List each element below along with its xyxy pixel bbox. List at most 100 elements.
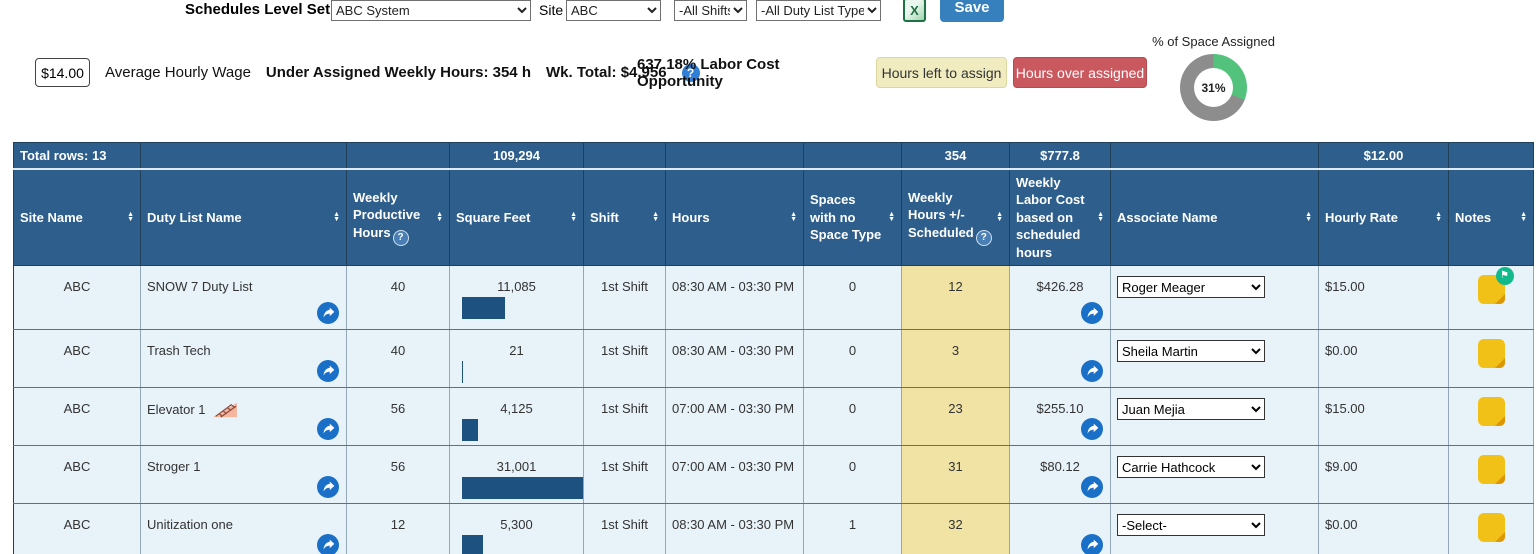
notes-cell — [1449, 446, 1534, 504]
column-label: Shift — [590, 209, 619, 227]
square-feet-cell: 31,001 — [450, 446, 584, 504]
associate-select[interactable]: -Select- — [1117, 514, 1265, 536]
weekly-productive-hours-cell: 40 — [347, 266, 450, 330]
labor-cost-detail-button[interactable] — [1081, 476, 1103, 498]
duty-list-detail-button[interactable] — [317, 476, 339, 498]
note-icon[interactable] — [1478, 513, 1505, 542]
excel-export-icon[interactable]: X — [903, 0, 926, 22]
associate-select[interactable]: Roger Meager — [1117, 276, 1265, 298]
schedules-table: Total rows: 13 109,294 354 $777.8 $12.00… — [13, 142, 1534, 554]
sort-icon: ▲▼ — [1520, 212, 1527, 222]
duty-list-detail-button[interactable] — [317, 534, 339, 554]
spaces-no-space-type-cell[interactable]: 0 — [804, 266, 902, 330]
associate-select[interactable]: Carrie Hathcock — [1117, 456, 1265, 478]
level-set-select[interactable]: ABC System — [331, 0, 531, 21]
spaces-no-space-type-cell[interactable]: 1 — [804, 504, 902, 554]
labor-cost-value: $80.12 — [1016, 459, 1104, 474]
column-header-weekly-productive-hours[interactable]: Weekly Productive Hours?▲▼ — [347, 169, 450, 266]
duty-list-name: Stroger 1 — [147, 459, 200, 474]
note-icon[interactable]: ⚑ — [1478, 275, 1505, 304]
note-icon[interactable] — [1478, 339, 1505, 368]
associate-name-cell: Carrie Hathcock — [1111, 446, 1319, 504]
column-header-hours[interactable]: Hours▲▼ — [666, 169, 804, 266]
weekly-hours-total: 354 — [902, 143, 1010, 169]
associate-select[interactable]: Juan Mejia — [1117, 398, 1265, 420]
column-label: Duty List Name — [147, 209, 242, 227]
associate-name-cell: -Select- — [1111, 504, 1319, 554]
duty-list-name-cell: Stroger 1 — [141, 446, 347, 504]
square-feet-bar — [462, 297, 505, 319]
associate-name-cell: Roger Meager — [1111, 266, 1319, 330]
weekly-productive-hours-cell: 40 — [347, 330, 450, 388]
weekly-labor-cost-cell: $426.28 — [1010, 266, 1111, 330]
column-label: Weekly Hours +/- Scheduled? — [908, 189, 992, 246]
space-assigned-title: % of Space Assigned — [1130, 34, 1297, 49]
duty-list-detail-button[interactable] — [317, 418, 339, 440]
duty-list-detail-button[interactable] — [317, 302, 339, 324]
spaces-no-space-type-cell[interactable]: 0 — [804, 446, 902, 504]
site-select[interactable]: ABC — [566, 0, 661, 21]
table-header-row: Site Name▲▼ Duty List Name ▲▼ Weekly Produc… — [14, 169, 1534, 266]
spaces-no-space-type-cell[interactable]: 0 — [804, 330, 902, 388]
note-icon[interactable] — [1478, 397, 1505, 426]
column-header-notes[interactable]: Notes▲▼ — [1449, 169, 1534, 266]
site-name-cell: ABC — [14, 446, 141, 504]
column-header-hourly-rate[interactable]: Hourly Rate▲▼ — [1319, 169, 1449, 266]
labor-cost-total: $777.8 — [1010, 143, 1111, 169]
labor-cost-detail-button[interactable] — [1081, 302, 1103, 324]
square-feet-cell: 5,300 — [450, 504, 584, 554]
column-header-weekly-labor-cost-based-on-scheduled-hours[interactable]: Weekly Labor Cost based on scheduled hou… — [1010, 169, 1111, 266]
column-header-site-name[interactable]: Site Name▲▼ — [14, 169, 141, 266]
labor-cost-opportunity-bar: 637.18% Labor Cost Opportunity — [637, 52, 862, 93]
hours-left-to-assign-button[interactable]: Hours left to assign — [876, 57, 1007, 88]
column-label: Associate Name — [1117, 209, 1217, 227]
sort-icon: ▲▼ — [652, 212, 659, 222]
save-button[interactable]: Save — [940, 0, 1004, 22]
square-feet-cell: 21 — [450, 330, 584, 388]
table-row: ABCSNOW 7 Duty List4011,0851st Shift08:3… — [14, 266, 1534, 330]
spaces-no-space-type-cell[interactable]: 0 — [804, 388, 902, 446]
shifts-select[interactable]: -All Shifts- — [674, 0, 747, 21]
labor-cost-detail-button[interactable] — [1081, 534, 1103, 554]
labor-cost-detail-button[interactable] — [1081, 360, 1103, 382]
duty-list-name: Unitization one — [147, 517, 233, 532]
shift-cell: 1st Shift — [584, 388, 666, 446]
hours-over-assigned-button[interactable]: Hours over assigned — [1013, 57, 1147, 88]
stairs-icon — [212, 401, 238, 421]
wage-summary-bar: Average Hourly Wage Under Assigned Weekl… — [25, 52, 621, 93]
column-header-duty-list-name[interactable]: Duty List Name ▲▼ — [141, 169, 347, 266]
weekly-labor-cost-cell: $255.10 — [1010, 388, 1111, 446]
hours-cell: 07:00 AM - 03:30 PM — [666, 446, 804, 504]
column-label: Spaces with no Space Type — [810, 191, 884, 244]
duty-list-name: Trash Tech — [147, 343, 211, 358]
associate-name-cell: Sheila Martin — [1111, 330, 1319, 388]
duty-list-detail-button[interactable] — [317, 360, 339, 382]
column-help-icon[interactable]: ? — [976, 230, 992, 246]
column-header-square-feet[interactable]: Square Feet▲▼ — [450, 169, 584, 266]
column-label: Square Feet — [456, 209, 530, 227]
column-header-associate-name[interactable]: Associate Name▲▼ — [1111, 169, 1319, 266]
weekly-productive-hours-cell: 56 — [347, 446, 450, 504]
column-header-weekly-hours-scheduled[interactable]: Weekly Hours +/- Scheduled?▲▼ — [902, 169, 1010, 266]
table-row: ABCTrash Tech40211st Shift08:30 AM - 03:… — [14, 330, 1534, 388]
associate-select[interactable]: Sheila Martin — [1117, 340, 1265, 362]
duty-list-types-select[interactable]: -All Duty List Types- — [756, 0, 881, 21]
weekly-productive-hours-cell: 56 — [347, 388, 450, 446]
column-header-spaces-with-no-space-type[interactable]: Spaces with no Space Type▲▼ — [804, 169, 902, 266]
sort-icon: ▲▼ — [1097, 212, 1104, 222]
labor-cost-detail-button[interactable] — [1081, 418, 1103, 440]
sort-icon: ▲▼ — [333, 212, 340, 222]
hours-cell: 08:30 AM - 03:30 PM — [666, 266, 804, 330]
duty-list-name: Elevator 1 — [147, 402, 206, 417]
column-header-shift[interactable]: Shift ▲▼ — [584, 169, 666, 266]
schedules-page: Schedules Level Set ABC System Site ABC … — [0, 0, 1540, 554]
weekly-hours-scheduled-cell: 3 — [902, 330, 1010, 388]
average-wage-input[interactable] — [35, 58, 90, 87]
column-label: Weekly Productive Hours? — [353, 189, 432, 246]
weekly-hours-scheduled-cell: 12 — [902, 266, 1010, 330]
column-help-icon[interactable]: ? — [393, 230, 409, 246]
site-name-cell: ABC — [14, 330, 141, 388]
square-feet-bar — [462, 361, 463, 383]
note-icon[interactable] — [1478, 455, 1505, 484]
notes-cell — [1449, 388, 1534, 446]
